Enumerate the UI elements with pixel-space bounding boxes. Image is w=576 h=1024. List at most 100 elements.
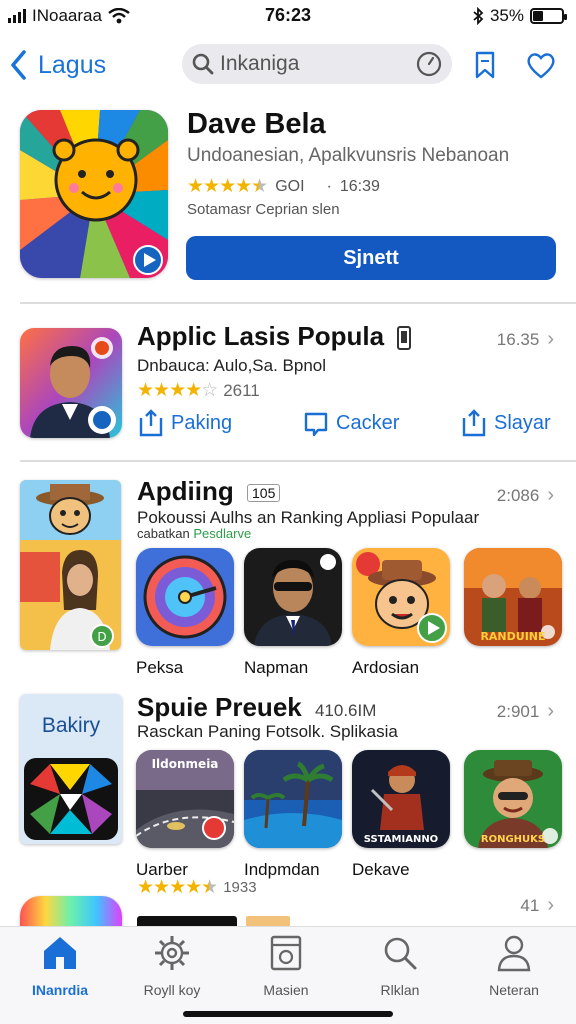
game-logo-text: RONGHUKS xyxy=(481,834,545,845)
tab-profile[interactable]: Neteran xyxy=(464,933,564,998)
game-logo-text: RANDUINE xyxy=(480,630,545,643)
section-subtitle: Rasckan Paning Fotsolk. Splikasia xyxy=(137,722,398,741)
app-card-thumb: RANDUINE xyxy=(464,548,562,646)
section-size: 410.6IM xyxy=(314,701,377,720)
rating-count: 2611 xyxy=(223,380,260,400)
action-button-slayar[interactable]: Slayar xyxy=(460,408,551,438)
section-subtitle: Dnbauca: Aulo,Sa. Bpnol xyxy=(137,356,327,375)
clock-icon[interactable] xyxy=(416,51,442,77)
featured-size: 16:39 xyxy=(339,177,380,195)
home-icon xyxy=(44,937,76,969)
section-title[interactable]: Spuie Preuek 410.6IM xyxy=(137,692,376,723)
app-card[interactable]: RONGHUKS xyxy=(464,750,562,860)
app-card-label: Indpmdan xyxy=(244,860,320,879)
tab-search[interactable]: Rlklan xyxy=(350,933,450,998)
section-feature-image[interactable]: D xyxy=(20,480,121,650)
chevron-right-icon: › xyxy=(547,484,554,506)
person-app-icon[interactable] xyxy=(20,328,122,438)
get-button[interactable]: Sjnett xyxy=(186,236,556,280)
featured-rating-text: GOI xyxy=(275,177,305,195)
app-card[interactable]: Ardosian xyxy=(352,548,450,678)
heart-icon[interactable] xyxy=(524,48,558,82)
app-card[interactable]: RANDUINE xyxy=(464,548,562,658)
featured-app-meta: ★★★★★ GOI · 16:39 xyxy=(187,175,380,198)
sun-character-icon xyxy=(20,110,168,278)
app-card-thumb xyxy=(352,548,450,646)
battery-icon xyxy=(530,8,567,24)
action-button-paking[interactable]: Paking xyxy=(137,408,232,438)
chevron-right-icon: › xyxy=(547,328,554,350)
search-placeholder: Inkaniga xyxy=(220,52,300,75)
share-icon xyxy=(139,409,163,437)
chevron-right-icon: › xyxy=(547,894,554,916)
app-card[interactable]: SSTAMIANNO Dekave xyxy=(352,750,450,880)
character-collage-icon: D xyxy=(20,480,121,650)
featured-app: Dave Bela Undoanesian, Apalkvunsris Neba… xyxy=(0,100,576,300)
wheel-game-icon xyxy=(136,548,234,646)
game-logo-text: Ildonmeia xyxy=(152,757,219,771)
app-card[interactable]: Ildonmeia Uarber xyxy=(136,750,234,880)
app-card-thumb: Ildonmeia xyxy=(136,750,234,848)
section-subtitle: Pokoussi Aulhs an Ranking Appliasi Popul… xyxy=(137,508,480,527)
meta-separator: · xyxy=(326,177,332,195)
section-rating: ★★★★☆ 2611 xyxy=(137,379,260,402)
section-popular-app: Applic Lasis Popula 16.35 › Dnbauca: Aulo… xyxy=(0,318,576,458)
app-card-label: Peksa xyxy=(136,658,184,677)
app-card[interactable]: Peksa xyxy=(136,548,234,678)
section-count[interactable]: 2:901 › xyxy=(497,700,554,723)
app-card-thumb: RONGHUKS xyxy=(464,750,562,848)
document-icon xyxy=(270,935,302,971)
section-title[interactable]: Apdiing 105 xyxy=(137,476,281,507)
featured-app-description: Sotamasr Ceprian slen xyxy=(187,201,340,218)
section-tagline: cabatkan Pesdlarve xyxy=(137,526,252,541)
app-card[interactable]: Indpmdan xyxy=(244,750,342,880)
search-input[interactable]: Inkaniga xyxy=(182,44,452,84)
search-icon xyxy=(192,53,214,75)
back-button[interactable]: Lagus xyxy=(8,48,106,82)
tab-documents[interactable]: Masien xyxy=(236,933,336,998)
partial-title-bar xyxy=(137,916,237,926)
app-card-label: Napman xyxy=(244,658,309,677)
home-indicator[interactable] xyxy=(183,1011,393,1017)
rating-stars: ★★★★★ xyxy=(187,176,268,197)
gear-icon xyxy=(155,936,189,970)
app-card-thumb xyxy=(136,548,234,646)
partial-app-icon[interactable] xyxy=(20,896,122,926)
section-partial: 41 › xyxy=(0,888,576,926)
share-icon xyxy=(462,409,486,437)
back-label: Lagus xyxy=(38,50,107,79)
nav-bar: Lagus Inkaniga xyxy=(0,40,576,90)
section-count[interactable]: 16.35 › xyxy=(497,328,554,351)
tab-bar: INanrdia Royll koy Masien Rlklan Neteran xyxy=(0,926,576,1024)
section-title[interactable]: Applic Lasis Popula xyxy=(137,321,412,352)
tab-settings[interactable]: Royll koy xyxy=(122,933,222,998)
person-icon xyxy=(497,935,531,972)
game-logo-text: SSTAMIANNO xyxy=(364,834,438,845)
status-bar: INoaaraa 76:23 35% xyxy=(0,0,576,32)
search-icon xyxy=(384,937,417,970)
section-spuie-preuek: Bakiry Spuie Preuek 410.6IM 2:901 › Rasck… xyxy=(0,688,576,908)
divider xyxy=(20,302,576,304)
tab-home[interactable]: INanrdia xyxy=(10,933,110,998)
portrait-icon xyxy=(20,328,122,438)
section-badge: 105 xyxy=(247,484,281,503)
app-card-label: Ardosian xyxy=(352,658,420,677)
section-count[interactable]: 41 › xyxy=(520,894,554,917)
bakiry-tile[interactable]: Bakiry xyxy=(20,694,122,844)
featured-app-icon[interactable] xyxy=(20,110,168,278)
featured-app-title[interactable]: Dave Bela xyxy=(187,108,326,141)
character-game-icon: RONGHUKS xyxy=(464,750,562,848)
bookmark-icon[interactable] xyxy=(468,48,502,82)
highlight-text: Pesdlarve xyxy=(193,526,252,541)
cartoon-character-icon xyxy=(352,548,450,646)
app-card[interactable]: Napman xyxy=(244,548,342,678)
warrior-game-icon: SSTAMIANNO xyxy=(352,750,450,848)
racing-game-icon: Ildonmeia xyxy=(136,750,234,848)
tropical-island-icon xyxy=(244,750,342,848)
message-icon xyxy=(304,412,328,437)
featured-app-subtitle: Undoanesian, Apalkvunsris Nebanoan xyxy=(187,145,510,166)
bluetooth-icon xyxy=(473,7,484,25)
chevron-left-icon xyxy=(11,50,26,80)
section-count[interactable]: 2:086 › xyxy=(497,484,554,507)
action-button-cacker[interactable]: Cacker xyxy=(302,408,399,438)
